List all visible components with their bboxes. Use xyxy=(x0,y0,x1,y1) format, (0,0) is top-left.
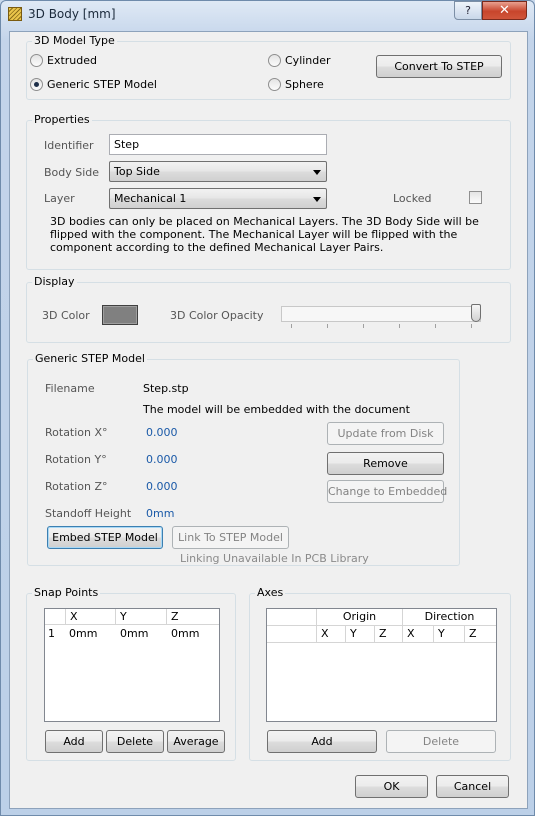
color-swatch[interactable] xyxy=(102,305,138,325)
table-row[interactable]: 1 0mm 0mm 0mm xyxy=(45,626,219,642)
axes-header-top: Origin Direction xyxy=(267,609,496,626)
model-type-group-label: 3D Model Type xyxy=(32,34,117,47)
sphere-label: Sphere xyxy=(285,78,324,91)
standoff-label: Standoff Height xyxy=(45,507,132,520)
opacity-slider-thumb[interactable] xyxy=(471,304,481,322)
column-header[interactable]: X xyxy=(317,626,346,642)
slider-tick xyxy=(291,324,292,328)
axes-header-sub: X Y Z X Y Z xyxy=(267,626,496,643)
column-header[interactable]: X xyxy=(403,626,434,642)
column-header xyxy=(267,609,317,625)
rotation-x-label: Rotation X° xyxy=(45,426,108,439)
axes-group-label: Axes xyxy=(255,586,286,599)
step-model-group-label: Generic STEP Model xyxy=(33,352,147,365)
embed-step-model-button[interactable]: Embed STEP Model xyxy=(47,526,163,549)
row-y: 0mm xyxy=(120,627,149,640)
column-header[interactable]: X xyxy=(66,609,116,625)
embed-note: The model will be embedded with the docu… xyxy=(143,403,410,416)
body-side-value: Top Side xyxy=(114,165,160,178)
layer-value: Mechanical 1 xyxy=(114,192,187,205)
slider-tick xyxy=(327,324,328,328)
rotation-y-label: Rotation Y° xyxy=(45,453,107,466)
chevron-down-icon xyxy=(313,170,321,175)
body-side-label: Body Side xyxy=(44,166,100,179)
slider-tick xyxy=(363,324,364,328)
direction-header[interactable]: Direction xyxy=(403,609,496,625)
change-to-embedded-button[interactable]: Change to Embedded xyxy=(327,480,447,503)
identifier-input[interactable]: Step xyxy=(109,134,327,155)
update-from-disk-button[interactable]: Update from Disk xyxy=(327,422,444,445)
rotation-z-value[interactable]: 0.000 xyxy=(146,480,178,493)
app-icon xyxy=(8,7,22,21)
column-header[interactable]: Y xyxy=(434,626,465,642)
locked-checkbox[interactable] xyxy=(469,191,482,204)
snap-points-header: X Y Z xyxy=(45,609,219,625)
title-bar: 3D Body [mm] ? ✕ xyxy=(1,1,535,29)
slider-tick xyxy=(435,324,436,328)
dialog-body: 3D Model Type Extruded Generic STEP Mode… xyxy=(9,31,528,809)
opacity-label: 3D Color Opacity xyxy=(170,309,264,322)
filename-value: Step.stp xyxy=(143,382,189,395)
extruded-label: Extruded xyxy=(47,54,97,67)
remove-button[interactable]: Remove xyxy=(327,452,444,475)
layer-note-line-3: component according to the defined Mecha… xyxy=(50,241,384,254)
layer-note-line-2: flipped with the component. The Mechanic… xyxy=(50,228,458,241)
column-header[interactable]: Y xyxy=(346,626,375,642)
row-index: 1 xyxy=(48,627,55,640)
close-button[interactable]: ✕ xyxy=(482,1,527,20)
sphere-radio[interactable] xyxy=(268,78,281,91)
opacity-slider-track[interactable] xyxy=(281,306,481,322)
row-z: 0mm xyxy=(171,627,200,640)
help-button[interactable]: ? xyxy=(454,1,482,20)
snap-delete-button[interactable]: Delete xyxy=(106,730,164,753)
snap-average-button[interactable]: Average xyxy=(167,730,225,753)
generic-step-label: Generic STEP Model xyxy=(47,78,157,91)
cancel-button[interactable]: Cancel xyxy=(436,775,509,798)
slider-tick xyxy=(471,324,472,328)
cylinder-radio[interactable] xyxy=(268,54,281,67)
link-to-step-model-button[interactable]: Link To STEP Model xyxy=(172,526,289,549)
axes-delete-button[interactable]: Delete xyxy=(386,730,496,753)
ok-button[interactable]: OK xyxy=(355,775,428,798)
body-side-select[interactable]: Top Side xyxy=(109,161,327,182)
properties-group-label: Properties xyxy=(32,113,92,126)
column-header xyxy=(267,626,317,642)
column-header[interactable]: Z xyxy=(167,609,219,625)
rotation-z-label: Rotation Z° xyxy=(45,480,108,493)
rotation-y-value[interactable]: 0.000 xyxy=(146,453,178,466)
column-header[interactable] xyxy=(45,609,66,625)
generic-step-radio[interactable] xyxy=(30,78,43,91)
slider-tick xyxy=(399,324,400,328)
layer-label: Layer xyxy=(44,192,75,205)
column-header[interactable]: Z xyxy=(375,626,403,642)
dialog-window: 3D Body [mm] ? ✕ 3D Model Type Extruded … xyxy=(0,0,535,816)
convert-to-step-button[interactable]: Convert To STEP xyxy=(376,55,502,78)
origin-header[interactable]: Origin xyxy=(317,609,403,625)
color-label: 3D Color xyxy=(42,309,90,322)
display-group-label: Display xyxy=(32,275,77,288)
column-header[interactable]: Y xyxy=(116,609,167,625)
axes-add-button[interactable]: Add xyxy=(267,730,377,753)
layer-note-line-1: 3D bodies can only be placed on Mechanic… xyxy=(50,215,479,228)
snap-points-grid[interactable]: X Y Z 1 0mm 0mm 0mm xyxy=(44,608,220,722)
window-title: 3D Body [mm] xyxy=(28,7,116,21)
row-x: 0mm xyxy=(69,627,98,640)
filename-label: Filename xyxy=(45,382,95,395)
identifier-label: Identifier xyxy=(44,139,94,152)
layer-select[interactable]: Mechanical 1 xyxy=(109,188,327,209)
chevron-down-icon xyxy=(313,197,321,202)
rotation-x-value[interactable]: 0.000 xyxy=(146,426,178,439)
standoff-value[interactable]: 0mm xyxy=(146,507,174,520)
link-unavailable-note: Linking Unavailable In PCB Library xyxy=(180,552,369,565)
snap-add-button[interactable]: Add xyxy=(45,730,103,753)
extruded-radio[interactable] xyxy=(30,54,43,67)
locked-label: Locked xyxy=(393,192,432,205)
cylinder-label: Cylinder xyxy=(285,54,331,67)
snap-points-group-label: Snap Points xyxy=(32,586,101,599)
column-header[interactable]: Z xyxy=(465,626,496,642)
axes-grid[interactable]: Origin Direction X Y Z X Y Z xyxy=(266,608,497,722)
